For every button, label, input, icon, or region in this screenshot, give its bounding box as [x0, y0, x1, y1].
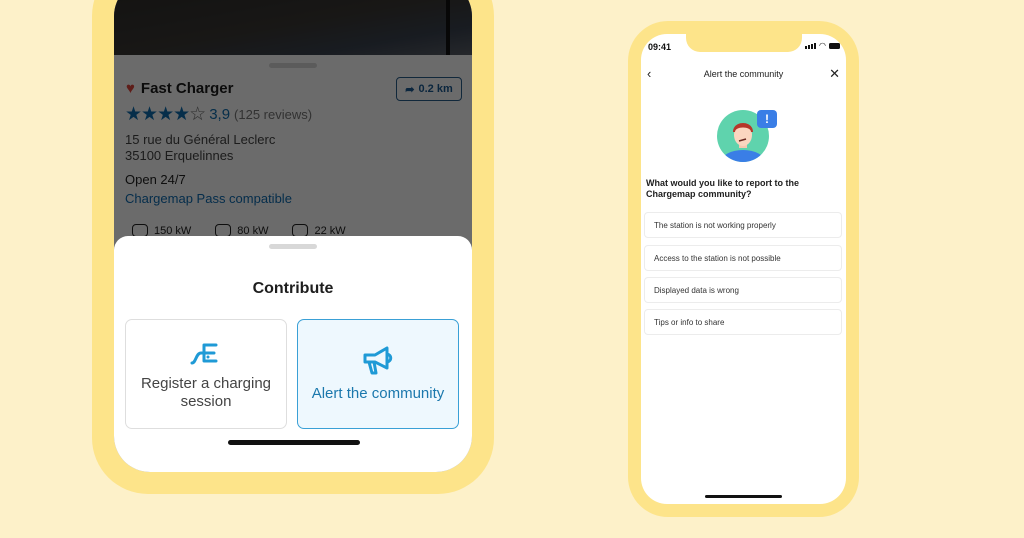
report-option[interactable]: Access to the station is not possible [644, 245, 842, 271]
status-icons: ◠ [805, 41, 840, 50]
phone-notch [686, 34, 802, 52]
nav-title: Alert the community [703, 69, 784, 79]
wifi-icon: ◠ [819, 41, 826, 50]
nav-bar: ‹ Alert the community ✕ [641, 66, 846, 84]
report-option[interactable]: Displayed data is wrong [644, 277, 842, 303]
status-time: 09:41 [648, 42, 672, 52]
charging-plug-icon [190, 343, 218, 365]
contribute-sheet: Contribute Register a charging session A… [114, 236, 472, 472]
megaphone-icon [363, 346, 393, 375]
alert-community-label: Alert the community [311, 385, 445, 402]
right-phone-screen: 09:41 ◠ ‹ Alert the community ✕ ! What w… [641, 34, 846, 504]
alert-bubble-icon: ! [757, 110, 777, 128]
sheet-drag-handle[interactable] [269, 244, 317, 249]
alert-community-button[interactable]: Alert the community [297, 319, 459, 429]
report-option[interactable]: The station is not working properly [644, 212, 842, 238]
left-phone-screen: ♥ Fast Charger ➦ 0.2 km ★★★★☆ 3,9 (125 r… [114, 0, 472, 472]
close-icon[interactable]: ✕ [829, 66, 840, 82]
report-option[interactable]: Tips or info to share [644, 309, 842, 335]
signal-icon [805, 43, 817, 49]
home-indicator[interactable] [228, 440, 360, 445]
sheet-title: Contribute [252, 280, 334, 297]
register-session-label: Register a charging session [140, 375, 272, 410]
battery-icon [829, 43, 840, 49]
home-indicator[interactable] [705, 495, 782, 498]
register-session-button[interactable]: Register a charging session [125, 319, 287, 429]
report-question: What would you like to report to the Cha… [646, 178, 799, 199]
